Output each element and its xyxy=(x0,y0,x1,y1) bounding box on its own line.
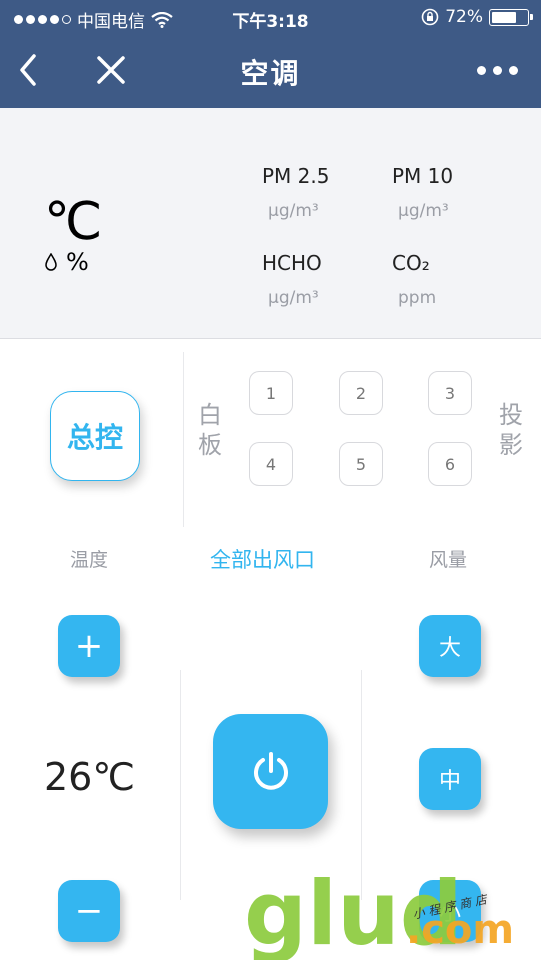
zone-button-2[interactable]: 2 xyxy=(339,371,383,415)
more-icon[interactable] xyxy=(477,60,521,80)
master-control-button[interactable]: 总控 xyxy=(50,391,140,481)
back-icon[interactable] xyxy=(12,50,48,90)
temperature-unit: ℃ xyxy=(44,192,103,252)
metric-hcho-unit: μg/m³ xyxy=(268,288,319,308)
divider xyxy=(183,352,184,527)
metric-pm10-label: PM 10 xyxy=(392,164,454,188)
page-title: 空调 xyxy=(240,57,301,90)
metric-pm25-label: PM 2.5 xyxy=(262,164,330,188)
metric-pm10-unit: μg/m³ xyxy=(398,201,449,221)
temperature-value: 26℃ xyxy=(44,755,136,799)
status-right: 72% xyxy=(421,7,533,27)
fan-high-button[interactable]: 大 xyxy=(419,615,481,677)
metric-hcho-label: HCHO xyxy=(262,251,322,275)
metric-co2-label: CO₂ xyxy=(392,251,430,275)
close-icon[interactable] xyxy=(92,50,130,90)
whiteboard-label: 白板 xyxy=(198,401,222,459)
fan-speed-section-label: 风量 xyxy=(429,549,468,571)
metric-co2-unit: ppm xyxy=(398,288,437,308)
temperature-section-label: 温度 xyxy=(70,549,109,571)
status-bar: 中国电信 下午3:18 72% xyxy=(0,0,541,36)
nav-bar: 空调 xyxy=(0,36,541,108)
divider xyxy=(180,670,181,900)
humidity-readout: % xyxy=(44,248,89,276)
temperature-up-button[interactable]: + xyxy=(58,615,120,677)
battery-percent: 72% xyxy=(445,7,483,27)
battery-icon xyxy=(489,8,533,26)
zone-button-1[interactable]: 1 xyxy=(249,371,293,415)
zone-button-4[interactable]: 4 xyxy=(249,442,293,486)
metric-pm25-unit: μg/m³ xyxy=(268,201,319,221)
humidity-unit: % xyxy=(66,248,89,276)
zone-button-3[interactable]: 3 xyxy=(428,371,472,415)
battery-fill xyxy=(492,11,517,23)
all-vents-tab[interactable]: 全部出风口 xyxy=(210,544,315,574)
power-icon xyxy=(253,751,288,790)
power-button[interactable] xyxy=(213,714,328,829)
projector-label: 投影 xyxy=(499,401,523,459)
temperature-down-button[interactable]: − xyxy=(58,880,120,942)
fan-medium-button[interactable]: 中 xyxy=(419,748,481,810)
top-bar: 中国电信 下午3:18 72% 空调 xyxy=(0,0,541,108)
rotation-lock-icon xyxy=(421,8,439,26)
sensor-panel: ℃ % PM 2.5 μg/m³ PM 10 μg/m³ HCHO μg/m³ … xyxy=(0,108,541,339)
zone-button-5[interactable]: 5 xyxy=(339,442,383,486)
zone-button-6[interactable]: 6 xyxy=(428,442,472,486)
droplet-icon xyxy=(45,253,57,271)
